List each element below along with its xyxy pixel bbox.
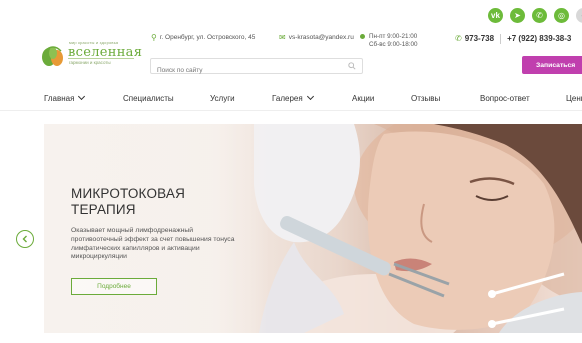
nav-label: Цены	[566, 94, 582, 103]
nav-label: Вопрос-ответ	[480, 94, 530, 103]
logo-subtitle: гармонии и красоты	[69, 60, 111, 65]
hours-weekend: Сб-вс 9:00-18:00	[369, 41, 418, 48]
address: ⚲ г. Оренбург, ул. Островского, 45	[151, 33, 255, 42]
chevron-down-icon	[306, 92, 314, 101]
logo-flower-icon	[42, 46, 63, 66]
chevron-left-icon	[22, 235, 27, 243]
chevron-down-icon	[78, 92, 86, 101]
telegram-icon[interactable]: ➤	[510, 8, 525, 23]
nav-item-faq[interactable]: Вопрос-ответ	[480, 94, 530, 103]
instagram-icon[interactable]: ◎	[554, 8, 569, 23]
nav-item-reviews[interactable]: Отзывы	[411, 94, 440, 103]
slider-prev-button[interactable]	[16, 230, 34, 248]
logo-divider	[68, 58, 134, 59]
phones: ✆ 973-738 +7 (922) 839-38-3	[455, 34, 571, 44]
search-input[interactable]	[151, 63, 331, 78]
address-text: г. Оренбург, ул. Островского, 45	[159, 34, 256, 41]
signup-button[interactable]: Записаться	[522, 56, 582, 74]
nav-label: Главная	[44, 94, 75, 103]
nav-item-promotions[interactable]: Акции	[352, 94, 374, 103]
more-icon[interactable]: ●	[576, 8, 582, 23]
nav-item-specialists[interactable]: Специалисты	[123, 94, 174, 103]
nav-label: Отзывы	[411, 94, 441, 103]
nav-item-home[interactable]: Главная	[44, 92, 86, 103]
nav-label: Галерея	[272, 94, 303, 103]
mail-icon: ✉	[279, 33, 286, 42]
nav-item-prices[interactable]: Цены	[566, 94, 582, 103]
nav-label: Специалисты	[123, 94, 174, 103]
more-button[interactable]: Подробнее	[71, 278, 157, 295]
hours-weekdays: Пн-пт 9:00-21:00	[369, 33, 418, 40]
whatsapp-icon[interactable]: ✆	[532, 8, 547, 23]
hero-title: МИКРОТОКОВАЯ ТЕРАПИЯ	[71, 186, 186, 217]
phone-short[interactable]: 973-738	[465, 34, 494, 44]
main-nav: Главная Специалисты Услуги Галерея Акции…	[0, 88, 582, 110]
search-icon[interactable]	[348, 62, 356, 70]
nav-label: Акции	[352, 94, 375, 103]
email[interactable]: ✉ vs-krasota@yandex.ru	[279, 33, 354, 42]
hero-description: Оказывает мощный лимфодренажный противоо…	[71, 227, 235, 261]
location-pin-icon: ⚲	[151, 33, 157, 42]
nav-item-gallery[interactable]: Галерея	[272, 92, 314, 103]
nav-label: Услуги	[210, 94, 235, 103]
site-logo[interactable]: мир красоты и здоровья вселенная гармони…	[41, 38, 142, 70]
search-box	[150, 58, 363, 78]
phone-separator	[500, 34, 502, 44]
phone-icon: ✆	[455, 34, 462, 43]
hero-slider: МИКРОТОКОВАЯ ТЕРАПИЯ Оказывает мощный ли…	[44, 124, 582, 333]
vk-icon[interactable]: vk	[488, 8, 503, 23]
status-dot-icon	[360, 34, 365, 39]
social-links: vk ➤ ✆ ◎ ●	[488, 8, 582, 23]
working-hours: Пн-пт 9:00-21:00 Сб-вс 9:00-18:00	[360, 33, 418, 49]
nav-item-services[interactable]: Услуги	[210, 94, 235, 103]
phone-mobile[interactable]: +7 (922) 839-38-3	[507, 34, 571, 44]
nav-divider	[0, 110, 582, 111]
email-text[interactable]: vs-krasota@yandex.ru	[289, 34, 354, 41]
